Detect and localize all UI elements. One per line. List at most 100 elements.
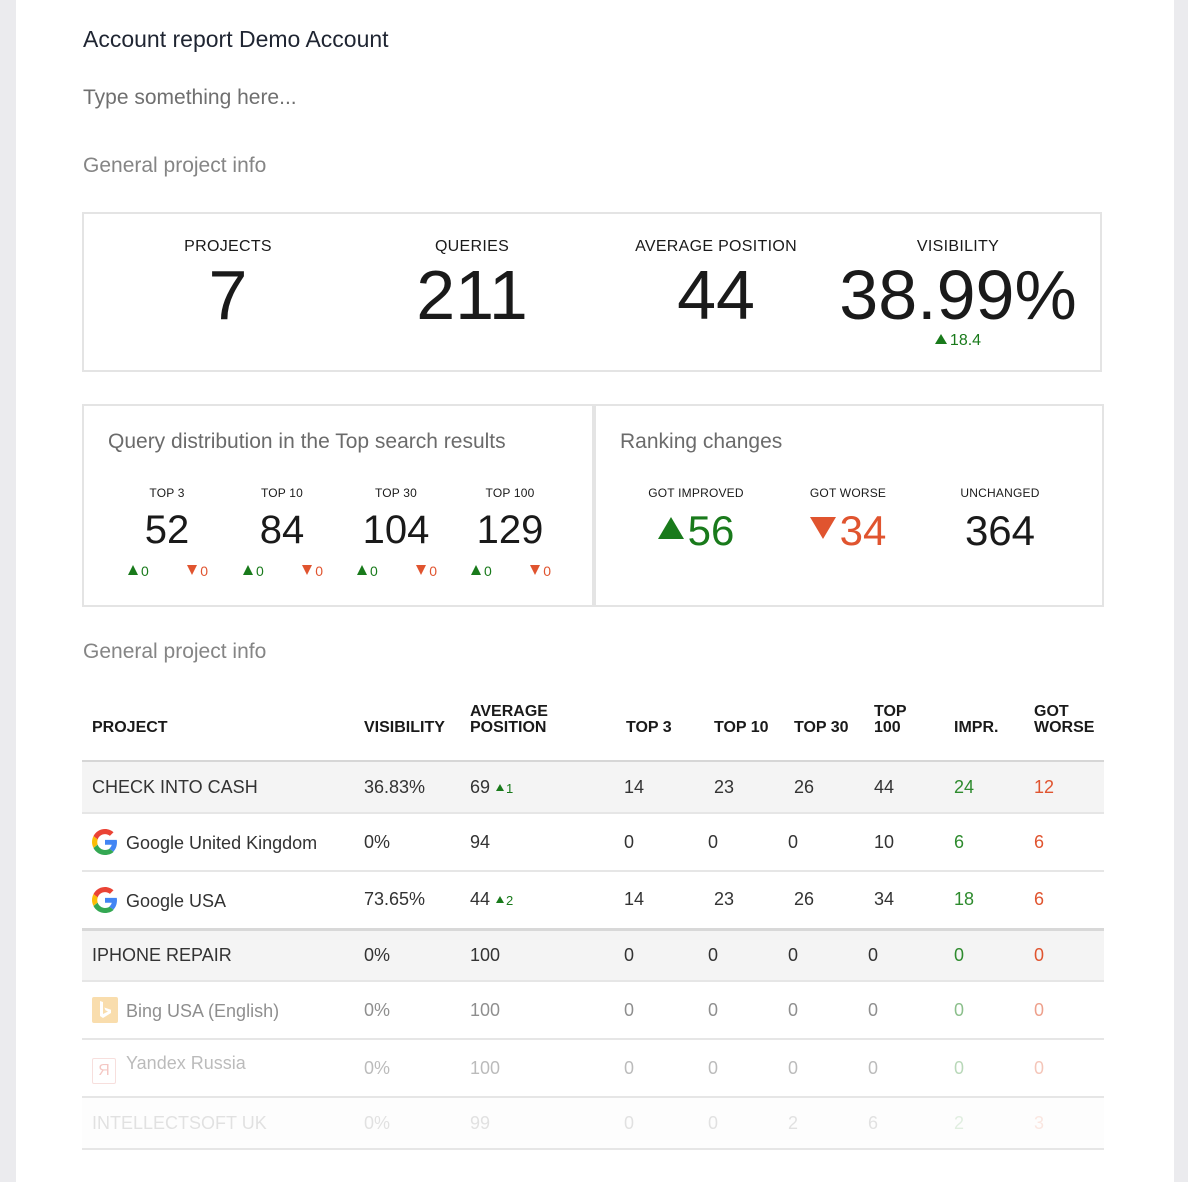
cell-visibility: 0% (364, 1057, 391, 1078)
dist-up: 0 (128, 563, 149, 579)
cell-top100: 10 (874, 831, 895, 852)
stat-average-position: AVERAGE POSITION 44 (586, 214, 846, 330)
cell-worse: 12 (1024, 761, 1104, 813)
report-page: Account report Demo Account Type somethi… (16, 0, 1174, 1182)
cell-visibility: 73.65% (364, 889, 426, 910)
table-row[interactable]: Я Yandex Russia 0% 100 0 0 0 0 0 0 (82, 1039, 1104, 1097)
cell-improved: 0 (954, 999, 965, 1020)
cell-visibility: 0% (364, 831, 391, 852)
report-note-field[interactable]: Type something here... (83, 86, 297, 110)
arrow-up-icon (657, 517, 684, 539)
dist-deltas: 0 0 (112, 563, 222, 579)
stat-label: AVERAGE POSITION (635, 238, 797, 255)
dist-value: 104 (362, 508, 430, 552)
dist-top100: TOP 100 129 0 0 (455, 486, 565, 579)
rank-label: GOT IMPROVED (648, 486, 744, 500)
cell-top100: 44 (864, 761, 944, 813)
arrow-up-icon (471, 565, 481, 575)
cell-top3: 14 (624, 889, 645, 910)
cell-worse: 0 (1024, 929, 1104, 981)
cell-project: CHECK INTO CASH (82, 761, 354, 813)
table-header-row: PROJECT VISIBILITY AVERAGE POSITION TOP … (82, 704, 1104, 761)
cell-visibility: 36.83% (354, 761, 460, 813)
table-row[interactable]: Google United Kingdom 0% 94 0 0 0 10 6 6 (82, 813, 1104, 871)
bing-icon (92, 997, 118, 1023)
cell-top3: 0 (624, 831, 635, 852)
cell-avg-position: 94 (470, 831, 491, 852)
projects-table: PROJECT VISIBILITY AVERAGE POSITION TOP … (82, 704, 1104, 1150)
cell-project: Bing USA (English) (82, 981, 354, 1039)
cell-improved: 6 (954, 831, 965, 852)
dist-up: 0 (243, 563, 264, 579)
cell-top10: 0 (708, 831, 719, 852)
stat-value: 7 (208, 256, 248, 334)
cell-visibility: 0% (354, 1097, 460, 1149)
cell-improved: 24 (944, 761, 1024, 813)
cell-project: Я Yandex Russia (82, 1039, 354, 1097)
table-row[interactable]: CHECK INTO CASH 36.83% 69 1 14 23 26 44 2… (82, 761, 1104, 813)
stat-projects: PROJECTS 7 (98, 214, 358, 330)
cell-top3: 0 (624, 999, 635, 1020)
cell-project: INTELLECTSOFT UK (82, 1097, 354, 1149)
table-row[interactable]: INTELLECTSOFT UK 0% 99 0 0 2 6 2 3 (82, 1097, 1104, 1149)
col-header-top30[interactable]: TOP 30 (784, 704, 864, 761)
cell-top3: 0 (624, 1097, 704, 1149)
col-header-project[interactable]: PROJECT (82, 704, 354, 761)
col-header-impr[interactable]: IMPR. (944, 704, 1024, 761)
col-header-visibility[interactable]: VISIBILITY (354, 704, 460, 761)
cell-top3: 14 (624, 761, 704, 813)
dist-deltas: 0 0 (455, 563, 565, 579)
col-header-top10[interactable]: TOP 10 (704, 704, 784, 761)
dist-top30: TOP 30 104 0 0 (341, 486, 451, 579)
google-icon (92, 886, 117, 913)
cell-top3: 0 (624, 1057, 635, 1078)
table-row[interactable]: Bing USA (English) 0% 100 0 0 0 0 0 0 (82, 981, 1104, 1039)
col-header-average-position[interactable]: AVERAGE POSITION (460, 704, 624, 761)
dist-deltas: 0 0 (227, 563, 337, 579)
cell-avg-position: 44 2 (470, 889, 514, 910)
query-distribution-panel: Query distribution in the Top search res… (82, 404, 594, 607)
cell-top10: 0 (704, 1097, 784, 1149)
bing-logo-shape (100, 1001, 111, 1018)
cell-avg-position: 100 (470, 1057, 501, 1078)
cell-project: Google United Kingdom (82, 813, 354, 871)
dist-value: 129 (476, 508, 544, 552)
table-row[interactable]: Google USA 73.65% 44 2 14 23 26 34 18 6 (82, 871, 1104, 929)
stat-label: PROJECTS (184, 238, 272, 255)
cell-worse: 6 (1034, 889, 1045, 910)
stat-label: QUERIES (434, 238, 510, 255)
cell-top30: 2 (784, 1097, 864, 1149)
rank-improved: GOT IMPROVED 56 (616, 486, 776, 552)
cell-top30: 26 (784, 761, 864, 813)
arrow-down-icon (416, 565, 427, 575)
table-row[interactable]: IPHONE REPAIR 0% 100 0 0 0 0 0 0 (82, 929, 1104, 981)
dist-value: 84 (259, 508, 305, 552)
dist-deltas: 0 0 (341, 563, 451, 579)
google-icon (92, 829, 117, 855)
cell-top30: 0 (788, 1057, 799, 1078)
arrow-up-icon (243, 565, 253, 575)
rank-label: GOT WORSE (809, 486, 887, 500)
rank-worse: GOT WORSE 34 (768, 486, 928, 552)
col-header-top100[interactable]: TOP 100 (864, 704, 944, 761)
col-header-top3[interactable]: TOP 3 (624, 704, 704, 761)
cell-top100: 0 (868, 1057, 879, 1078)
cell-top10: 0 (708, 999, 719, 1020)
arrow-down-icon (302, 565, 313, 575)
dist-down: 0 (302, 563, 323, 579)
cell-improved: 18 (954, 889, 975, 910)
rank-label: UNCHANGED (960, 486, 1040, 500)
col-header-got-worse[interactable]: GOT WORSE (1024, 704, 1104, 761)
stat-value: 44 (677, 256, 755, 334)
cell-top30: 0 (788, 999, 799, 1020)
cell-visibility: 0% (364, 999, 391, 1020)
panel-title: Ranking changes (620, 430, 783, 453)
cell-project: Google USA (82, 871, 354, 929)
panel-title: Query distribution in the Top search res… (108, 430, 506, 453)
cell-worse: 0 (1034, 1057, 1045, 1078)
dist-label: TOP 100 (485, 486, 535, 500)
arrow-up-icon (357, 565, 367, 575)
avg-delta: 2 (496, 893, 513, 908)
arrow-up-icon (496, 783, 505, 791)
stat-queries: QUERIES 211 (342, 214, 602, 330)
